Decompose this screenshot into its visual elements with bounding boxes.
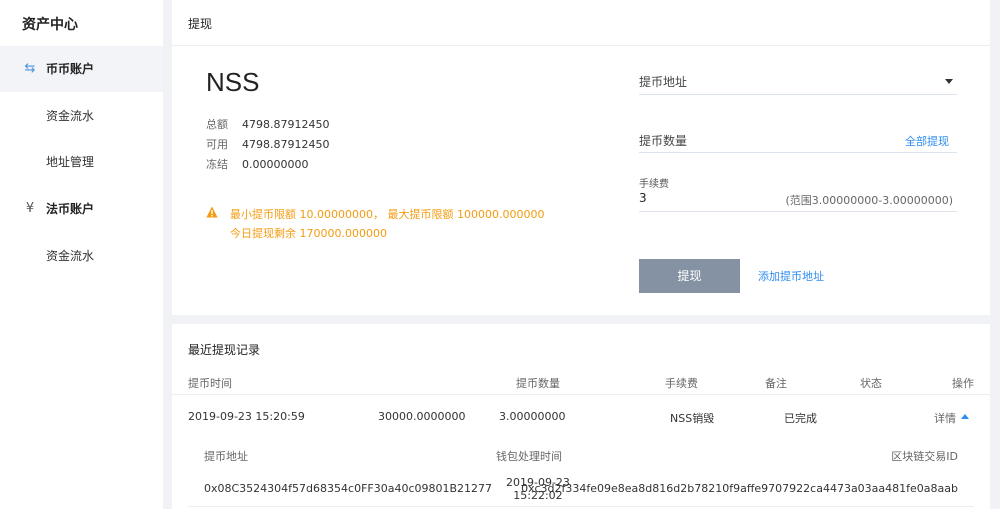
sidebar-item-label: 地址管理 <box>46 155 95 169</box>
sidebar: 资产中心 ⇆ 币币账户 资金流水 地址管理 ¥ 法币账户 资金流水 <box>0 0 163 509</box>
record-status: 已完成 <box>784 412 817 425</box>
address-placeholder: 提币地址 <box>639 75 688 89</box>
detail-address: 0x08C3524304f57d68354c0FF30a40c09801B212… <box>204 482 493 495</box>
col-amount: 提币数量 <box>516 377 560 390</box>
balance-value: 4798.87912450 <box>242 118 330 131</box>
balance-value: 0.00000000 <box>242 158 309 171</box>
col-time: 提币时间 <box>188 377 232 390</box>
fee-label: 手续费 <box>639 179 669 190</box>
sidebar-item-fiat-flow[interactable]: 资金流水 <box>0 233 163 279</box>
col-status: 状态 <box>860 377 882 390</box>
warning-icon <box>206 206 218 218</box>
withdraw-records-card: 最近提现记录 提币时间 提币数量 手续费 备注 状态 操作 2019-09-23… <box>172 324 990 509</box>
detail-col-address: 提币地址 <box>204 450 248 463</box>
withdraw-submit-button[interactable]: 提现 <box>639 259 740 293</box>
fee-range: (范围3.00000000-3.00000000) <box>785 194 953 207</box>
sidebar-item-label: 法币账户 <box>46 202 95 216</box>
sidebar-item-label: 资金流水 <box>46 249 95 263</box>
withdraw-title: 提现 <box>188 17 213 31</box>
caret-down-icon <box>945 79 953 84</box>
balance-label: 冻结 <box>206 158 228 171</box>
withdraw-all-link[interactable]: 全部提现 <box>905 133 949 149</box>
sidebar-item-label: 资金流水 <box>46 109 95 123</box>
fee-field[interactable]: 手续费 3 (范围3.00000000-3.00000000) <box>639 172 957 212</box>
balance-value: 4798.87912450 <box>242 138 330 151</box>
balance-label: 可用 <box>206 138 228 151</box>
table-row: 2019-09-23 15:20:59 30000.0000000 3.0000… <box>172 396 990 436</box>
record-remark: NSS销毁 <box>670 412 715 425</box>
divider <box>188 506 974 507</box>
col-remark: 备注 <box>765 377 787 390</box>
notice-remaining: 今日提现剩余 170000.000000 <box>230 227 387 240</box>
sidebar-item-coin-account[interactable]: ⇆ 币币账户 <box>0 46 163 92</box>
coin-name: NSS <box>206 67 260 97</box>
balance-total: 总额 4798.87912450 <box>206 116 329 132</box>
caret-up-icon[interactable] <box>961 414 969 419</box>
amount-placeholder: 提币数量 <box>639 134 688 148</box>
sidebar-item-fiat-account[interactable]: ¥ 法币账户 <box>0 186 163 232</box>
balance-frozen: 冻结 0.00000000 <box>206 156 308 172</box>
exchange-icon: ⇆ <box>24 61 36 76</box>
detail-col-txid: 区块链交易ID <box>891 450 958 463</box>
sidebar-title: 资产中心 <box>22 17 78 33</box>
withdraw-amount-input[interactable]: 提币数量 全部提现 <box>639 128 957 153</box>
record-time: 2019-09-23 15:20:59 <box>188 410 305 423</box>
fee-value: 3 <box>639 191 647 205</box>
sidebar-item-coin-flow[interactable]: 资金流水 <box>0 93 163 139</box>
table-header: 提币时间 提币数量 手续费 备注 状态 操作 <box>172 369 990 395</box>
col-fee: 手续费 <box>665 377 698 390</box>
withdraw-card: 提现 NSS 总额 4798.87912450 可用 4798.87912450 冻… <box>172 0 990 315</box>
record-detail-panel: 提币地址 钱包处理时间 区块链交易ID 0x08C3524304f57d6835… <box>188 436 974 509</box>
detail-toggle[interactable]: 详情 <box>934 410 956 426</box>
sidebar-item-label: 币币账户 <box>46 62 95 76</box>
record-fee: 3.00000000 <box>499 410 566 423</box>
card-header: 提现 <box>172 0 990 46</box>
detail-txid: 0xc3d2f334fe09e8ea8d816d2b78210f9affe970… <box>521 482 958 495</box>
detail-col-wallet-time: 钱包处理时间 <box>496 450 562 463</box>
withdraw-address-select[interactable]: 提币地址 <box>639 70 957 95</box>
records-title: 最近提现记录 <box>188 343 261 357</box>
notice-limits: 最小提币限额 10.00000000， 最大提币限额 100000.000000 <box>230 208 545 221</box>
record-amount: 30000.0000000 <box>378 410 466 423</box>
balance-label: 总额 <box>206 118 228 131</box>
add-address-link[interactable]: 添加提币地址 <box>758 268 824 284</box>
balance-available: 可用 4798.87912450 <box>206 136 329 152</box>
sidebar-item-address-management[interactable]: 地址管理 <box>0 139 163 185</box>
col-action: 操作 <box>952 377 974 390</box>
yen-icon: ¥ <box>25 201 35 216</box>
